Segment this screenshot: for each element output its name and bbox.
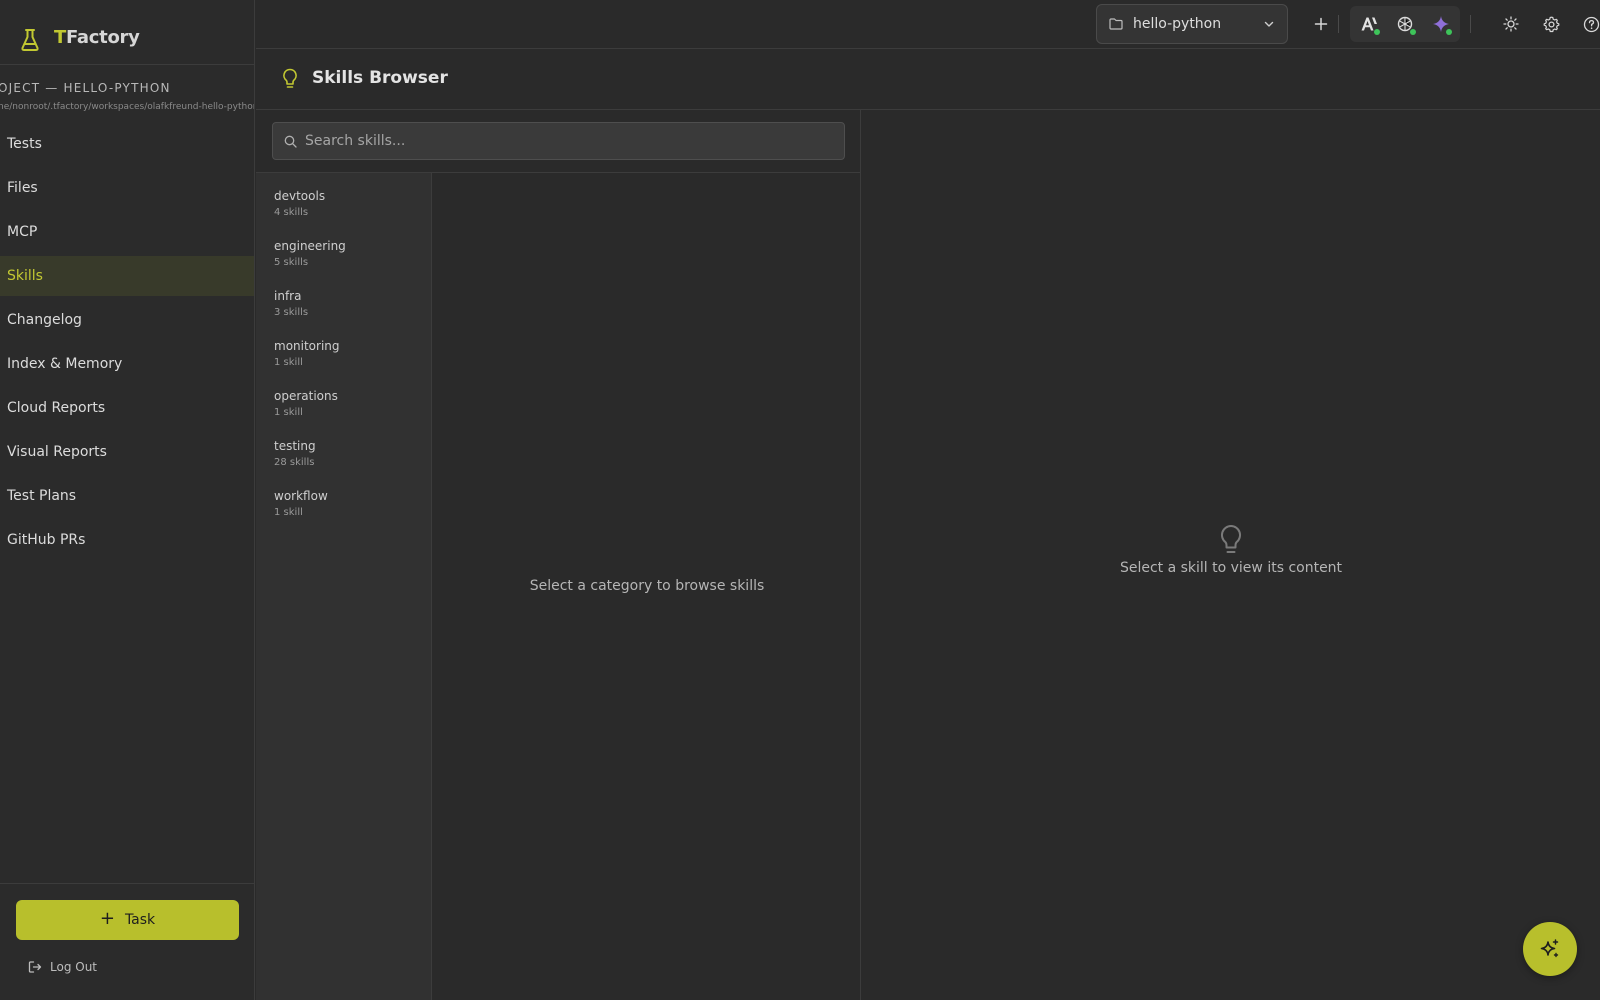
category-count: 28 skills xyxy=(274,457,315,468)
skills-browser-pane: devtools 4 skills engineering 5 skills i… xyxy=(256,110,861,1000)
sidebar-item-tests[interactable]: Tests xyxy=(0,124,254,164)
help-button[interactable] xyxy=(1576,9,1600,39)
toolbar-divider xyxy=(1338,15,1339,33)
project-heading: OJECT — HELLO-PYTHON xyxy=(0,81,171,95)
top-bar: hello-python xyxy=(256,0,1600,49)
sidebar-item-label: Visual Reports xyxy=(7,444,107,460)
settings-button[interactable] xyxy=(1536,9,1566,39)
category-item-devtools[interactable]: devtools 4 skills xyxy=(274,189,424,218)
empty-category-message: Select a category to browse skills xyxy=(529,578,765,594)
plus-icon: + xyxy=(99,908,115,929)
category-name: monitoring xyxy=(274,339,340,353)
sidebar: TFactory OJECT — HELLO-PYTHON ne/nonroot… xyxy=(0,0,255,1000)
chevron-down-icon xyxy=(1264,21,1274,27)
ai-assistant-fab[interactable] xyxy=(1523,922,1577,976)
project-selector-value: hello-python xyxy=(1133,16,1222,32)
page-header: Skills Browser xyxy=(256,49,1600,110)
sidebar-item-label: Files xyxy=(7,180,38,196)
toolbar-divider xyxy=(1470,15,1471,33)
category-count: 3 skills xyxy=(274,307,309,318)
sidebar-footer: + Task Log Out xyxy=(0,883,254,1000)
category-item-infra[interactable]: infra 3 skills xyxy=(274,289,424,318)
gemini-provider-button[interactable] xyxy=(1426,9,1456,39)
category-item-engineering[interactable]: engineering 5 skills xyxy=(274,239,424,268)
sidebar-nav: Tests Files MCP Skills Changelog Index &… xyxy=(0,124,254,564)
search-input[interactable] xyxy=(305,123,835,159)
category-count: 5 skills xyxy=(274,257,309,268)
sidebar-item-changelog[interactable]: Changelog xyxy=(0,300,254,340)
sidebar-item-label: Tests xyxy=(7,136,42,152)
category-item-operations[interactable]: operations 1 skill xyxy=(274,389,424,418)
category-name: workflow xyxy=(274,489,328,503)
sidebar-item-label: Skills xyxy=(7,268,43,284)
sidebar-item-label: Cloud Reports xyxy=(7,400,106,416)
sidebar-item-label: Index & Memory xyxy=(7,356,123,372)
project-path: ne/nonroot/.tfactory/workspaces/olafkfre… xyxy=(0,102,255,112)
sidebar-item-github-prs[interactable]: GitHub PRs xyxy=(0,520,254,560)
sidebar-item-label: Changelog xyxy=(7,312,82,328)
skills-list: Select a category to browse skills xyxy=(433,173,861,1000)
category-item-testing[interactable]: testing 28 skills xyxy=(274,439,424,468)
sidebar-item-label: Test Plans xyxy=(7,488,77,504)
openai-provider-button[interactable] xyxy=(1390,9,1420,39)
search-bar xyxy=(256,110,861,173)
skill-content-pane: Select a skill to view its content xyxy=(862,110,1600,1000)
folder-icon xyxy=(1109,18,1123,30)
category-name: infra xyxy=(274,289,302,303)
sidebar-item-test-plans[interactable]: Test Plans xyxy=(0,476,254,516)
add-project-button[interactable] xyxy=(1306,9,1336,39)
category-count: 4 skills xyxy=(274,207,309,218)
settings-gear-icon xyxy=(1543,16,1559,32)
sidebar-item-label: GitHub PRs xyxy=(7,532,86,548)
ai-provider-group xyxy=(1350,6,1460,42)
page-title: Skills Browser xyxy=(312,68,448,88)
search-icon xyxy=(284,135,297,148)
help-icon xyxy=(1583,16,1599,32)
status-dot xyxy=(1410,29,1416,35)
task-button-label: Task xyxy=(124,912,156,928)
category-item-monitoring[interactable]: monitoring 1 skill xyxy=(274,339,424,368)
app-logo-text[interactable]: TFactory xyxy=(54,27,140,48)
logout-label: Log Out xyxy=(50,960,98,974)
category-name: testing xyxy=(274,439,316,453)
logout-link[interactable]: Log Out xyxy=(28,960,97,974)
app-root: TFactory OJECT — HELLO-PYTHON ne/nonroot… xyxy=(0,0,1600,1000)
sidebar-item-skills[interactable]: Skills xyxy=(0,256,254,296)
lightbulb-icon xyxy=(1220,524,1242,553)
empty-skill-state: Select a skill to view its content xyxy=(862,524,1600,576)
lightbulb-icon xyxy=(283,68,297,88)
sparkles-icon xyxy=(1540,939,1559,958)
empty-skill-message: Select a skill to view its content xyxy=(1119,560,1343,576)
search-box xyxy=(272,122,845,160)
flask-icon xyxy=(21,29,39,51)
category-name: engineering xyxy=(274,239,346,253)
category-list: devtools 4 skills engineering 5 skills i… xyxy=(256,173,432,1000)
status-dot xyxy=(1374,29,1380,35)
theme-sun-icon xyxy=(1503,16,1519,32)
anthropic-provider-button[interactable] xyxy=(1354,9,1384,39)
logout-icon xyxy=(28,961,42,973)
sidebar-item-cloud-reports[interactable]: Cloud Reports xyxy=(0,388,254,428)
sidebar-item-label: MCP xyxy=(7,224,38,240)
add-icon xyxy=(1314,17,1328,31)
brand-rest: Factory xyxy=(65,27,140,48)
new-task-button[interactable]: + Task xyxy=(16,900,239,940)
sidebar-item-index-memory[interactable]: Index & Memory xyxy=(0,344,254,384)
category-count: 1 skill xyxy=(274,407,303,418)
theme-toggle-button[interactable] xyxy=(1496,9,1526,39)
category-name: devtools xyxy=(274,189,326,203)
project-selector[interactable]: hello-python xyxy=(1096,4,1288,44)
category-name: operations xyxy=(274,389,338,403)
category-count: 1 skill xyxy=(274,357,303,368)
category-count: 1 skill xyxy=(274,507,303,518)
sidebar-item-files[interactable]: Files xyxy=(0,168,254,208)
brand-first-letter: T xyxy=(54,27,66,48)
brand-header: TFactory xyxy=(0,0,254,65)
status-dot xyxy=(1446,29,1452,35)
sidebar-item-mcp[interactable]: MCP xyxy=(0,212,254,252)
sidebar-item-visual-reports[interactable]: Visual Reports xyxy=(0,432,254,472)
category-item-workflow[interactable]: workflow 1 skill xyxy=(274,489,424,518)
